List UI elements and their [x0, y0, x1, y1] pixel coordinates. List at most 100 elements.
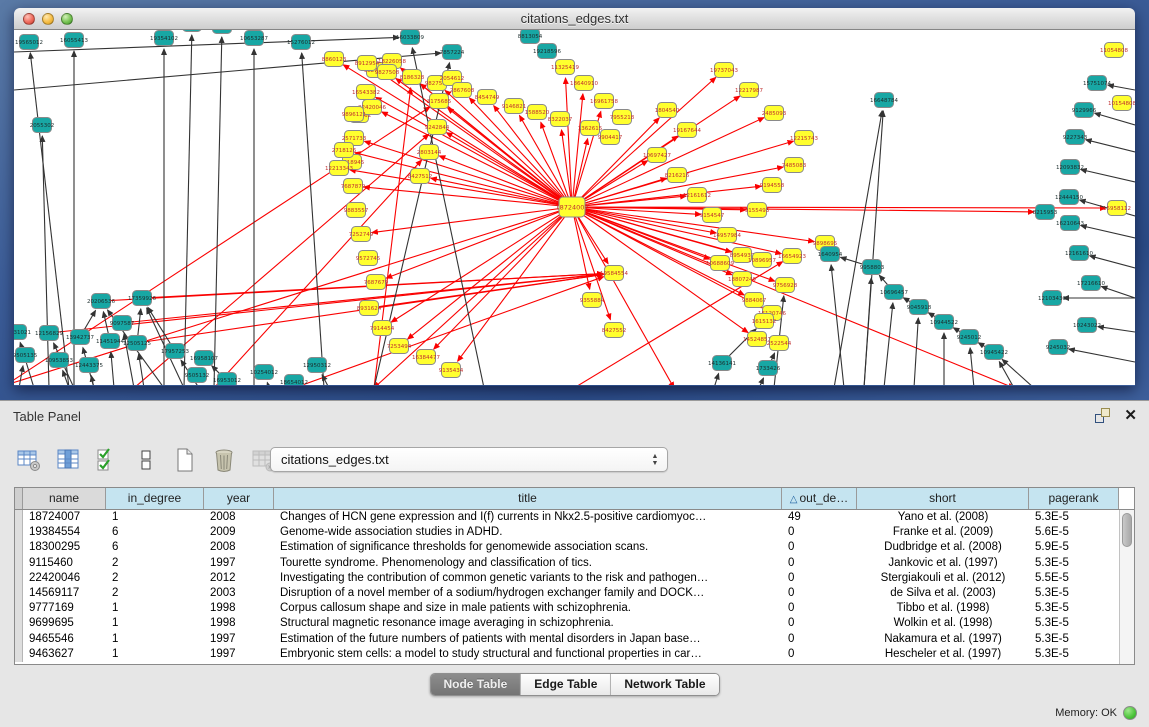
citation-edge-red[interactable]	[572, 207, 814, 242]
citation-edge-black[interactable]	[1081, 226, 1135, 239]
table-scrollbar-thumb[interactable]	[1122, 513, 1132, 547]
citation-edge-black[interactable]	[1108, 85, 1135, 90]
table-cell[interactable]: 2009	[204, 525, 274, 540]
network-window[interactable]: citations_edges.txt 18724007982750316543…	[14, 8, 1135, 386]
citation-edge-black[interactable]	[1095, 113, 1135, 125]
citation-edge-red[interactable]	[374, 207, 572, 385]
citation-edge-black[interactable]	[970, 348, 974, 385]
table-cell[interactable]: Nakamura et al. (1997)	[857, 632, 1029, 647]
table-body[interactable]: 1872400712008Changes of HCN gene express…	[15, 510, 1134, 662]
column-header-title[interactable]: title	[274, 488, 782, 509]
table-cell[interactable]: 1	[106, 601, 204, 616]
table-cell[interactable]: 2012	[204, 571, 274, 586]
citation-edge-black[interactable]	[864, 111, 883, 385]
table-cell[interactable]: 5.5E-5	[1029, 571, 1119, 586]
table-cell[interactable]: 2008	[204, 510, 274, 525]
citation-edge-black[interactable]	[19, 366, 23, 385]
table-cell[interactable]: 0	[782, 586, 857, 601]
table-cell[interactable]: de Silva et al. (2003)	[857, 586, 1029, 601]
table-cell[interactable]: 1998	[204, 601, 274, 616]
table-row[interactable]: 977716911998Corpus callosum shape and si…	[15, 601, 1134, 616]
table-cell[interactable]: 5.3E-5	[1029, 632, 1119, 647]
table-cell[interactable]: Stergiakouli et al. (2012)	[857, 571, 1029, 586]
table-cell[interactable]: 5.6E-5	[1029, 525, 1119, 540]
table-settings-button[interactable]	[16, 447, 42, 473]
tab-network-table[interactable]: Network Table	[610, 674, 718, 695]
table-cell[interactable]: Franke et al. (2009)	[857, 525, 1029, 540]
table-cell[interactable]: Tourette syndrome. Phenomenology and cla…	[274, 556, 782, 571]
table-cell[interactable]: 2	[106, 571, 204, 586]
citation-edge-black[interactable]	[184, 35, 192, 385]
citation-edge-black[interactable]	[267, 383, 269, 386]
citation-edge-red[interactable]	[566, 78, 573, 207]
citation-edge-black[interactable]	[214, 37, 222, 385]
table-cell[interactable]: Estimation of significance thresholds fo…	[274, 540, 782, 555]
table-cell[interactable]: 1	[106, 632, 204, 647]
table-scrollbar[interactable]	[1119, 510, 1134, 664]
table-cell[interactable]: Investigating the contribution of common…	[274, 571, 782, 586]
table-cell[interactable]: 0	[782, 556, 857, 571]
table-cell[interactable]: Embryonic stem cells: a model to study s…	[274, 647, 782, 662]
citation-edge-black[interactable]	[111, 352, 114, 385]
node-table[interactable]: namein_degreeyeartitle△out_de…shortpager…	[14, 487, 1135, 665]
citation-edge-black[interactable]	[714, 374, 719, 386]
table-cell[interactable]: 5.9E-5	[1029, 540, 1119, 555]
table-cell[interactable]: Changes of HCN gene expression and I(f) …	[274, 510, 782, 525]
citation-edge-red[interactable]	[382, 112, 572, 207]
table-row[interactable]: 1872400712008Changes of HCN gene express…	[15, 510, 1134, 525]
table-row[interactable]: 2242004622012Investigating the contribut…	[15, 571, 1134, 586]
table-cell[interactable]: 2003	[204, 586, 274, 601]
network-canvas[interactable]: 1872400798275031654338291566322571733361…	[14, 30, 1135, 385]
table-cell[interactable]: 1	[106, 510, 204, 525]
table-cell[interactable]: 9465546	[23, 632, 106, 647]
table-row[interactable]: 1830029562008Estimation of significance …	[15, 540, 1134, 555]
row-height-button[interactable]	[133, 447, 159, 473]
table-cell[interactable]: 5.3E-5	[1029, 616, 1119, 631]
table-cell[interactable]: Yano et al. (2008)	[857, 510, 1029, 525]
column-header-pagerank[interactable]: pagerank	[1029, 488, 1119, 509]
citation-edge-black[interactable]	[1098, 327, 1135, 332]
citation-edge-black[interactable]	[884, 303, 893, 385]
table-row[interactable]: 946554611997Estimation of the future num…	[15, 632, 1134, 647]
citation-edge-black[interactable]	[42, 136, 49, 385]
column-header-short[interactable]: short	[857, 488, 1029, 509]
table-cell[interactable]: 19384554	[23, 525, 106, 540]
float-panel-icon[interactable]	[1095, 408, 1110, 423]
table-cell[interactable]: 1	[106, 616, 204, 631]
citation-edge-black[interactable]	[759, 378, 764, 385]
table-cell[interactable]: 18300295	[23, 540, 106, 555]
table-cell[interactable]: 9777169	[23, 601, 106, 616]
citation-edge-black[interactable]	[302, 53, 324, 385]
table-cell[interactable]: 5.3E-5	[1029, 586, 1119, 601]
table-cell[interactable]: 22420046	[23, 571, 106, 586]
column-header-year[interactable]: year	[204, 488, 274, 509]
citation-edge-red[interactable]	[386, 207, 572, 278]
table-cell[interactable]: 14569117	[23, 586, 106, 601]
network-window-titlebar[interactable]: citations_edges.txt	[14, 8, 1135, 30]
citation-edge-black[interactable]	[1086, 140, 1135, 152]
column-header-name[interactable]: name	[23, 488, 106, 509]
table-cell[interactable]: 1997	[204, 647, 274, 662]
citation-edge-red[interactable]	[408, 207, 572, 339]
column-header-in_degree[interactable]: in_degree	[106, 488, 204, 509]
table-cell[interactable]: Disruption of a novel member of a sodium…	[274, 586, 782, 601]
citation-edge-black[interactable]	[1101, 287, 1135, 299]
table-cell[interactable]: Corpus callosum shape and size in male p…	[274, 601, 782, 616]
table-cell[interactable]: 49	[782, 510, 857, 525]
table-cell[interactable]: 2	[106, 586, 204, 601]
table-header-row[interactable]: namein_degreeyeartitle△out_de…shortpager…	[15, 488, 1134, 510]
table-row[interactable]: 911546021997Tourette syndrome. Phenomeno…	[15, 556, 1134, 571]
tab-node-table[interactable]: Node Table	[430, 674, 520, 695]
table-cell[interactable]: 18724007	[23, 510, 106, 525]
table-cell[interactable]: Tibbo et al. (1998)	[857, 601, 1029, 616]
table-cell[interactable]: Dudbridge et al. (2008)	[857, 540, 1029, 555]
table-selector-dropdown[interactable]: citations_edges.txt ▲▼	[270, 447, 668, 472]
citation-edge-black[interactable]	[999, 362, 1014, 385]
table-cell[interactable]: 0	[782, 601, 857, 616]
table-row[interactable]: 1938455462009Genome-wide association stu…	[15, 525, 1134, 540]
table-cell[interactable]: Hescheler et al. (1997)	[857, 647, 1029, 662]
citation-edge-red[interactable]	[372, 207, 572, 233]
delete-attribute-trash-button[interactable]	[211, 447, 237, 473]
table-cell[interactable]: 5.3E-5	[1029, 601, 1119, 616]
table-cell[interactable]: 9463627	[23, 647, 106, 662]
